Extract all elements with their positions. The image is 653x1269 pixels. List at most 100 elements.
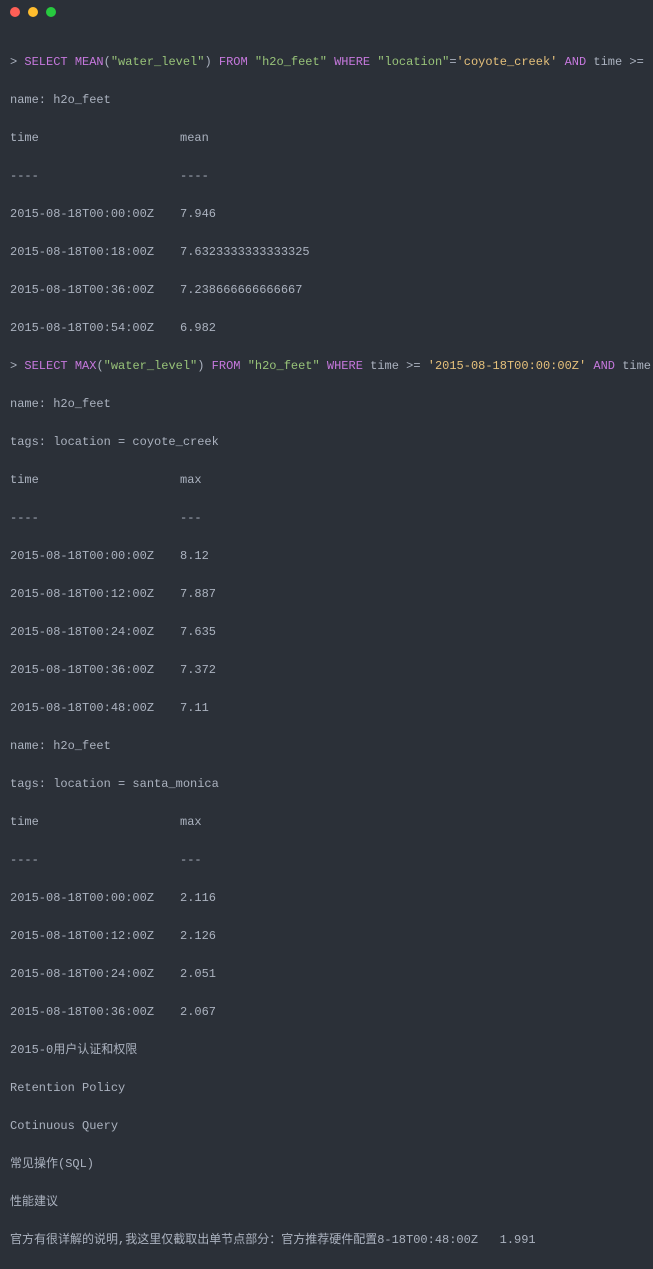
footer-line: 官方有很详解的说明,我这里仅截取出单节点部分：官方推荐硬件配置8-18T00:4… bbox=[10, 1231, 643, 1250]
cell-val: 7.11 bbox=[180, 701, 209, 715]
table-row: 2015-08-18T00:36:00Z7.238666666666667 bbox=[10, 281, 643, 300]
maximize-icon[interactable] bbox=[46, 7, 56, 17]
time-kw2: time bbox=[622, 359, 651, 373]
kw-select: SELECT bbox=[24, 359, 67, 373]
table-row: 2015-08-18T00:18:00Z7.6323333333333325 bbox=[10, 243, 643, 262]
eq-op: = bbox=[449, 55, 456, 69]
field: "water_level" bbox=[104, 359, 198, 373]
cell-time: 2015-08-18T00:24:00Z bbox=[10, 623, 180, 642]
result-header: timemax bbox=[10, 813, 643, 832]
table-row: 2015-08-18T00:12:00Z7.887 bbox=[10, 585, 643, 604]
table: "h2o_feet" bbox=[255, 55, 327, 69]
result-name: name: h2o_feet bbox=[10, 395, 643, 414]
result-divider: -------- bbox=[10, 167, 643, 186]
cell-val: 8.12 bbox=[180, 549, 209, 563]
cell-time: 2015-08-18T00:00:00Z bbox=[10, 889, 180, 908]
cell-time: 2015-08-18T00:36:00Z bbox=[10, 281, 180, 300]
kw-where: WHERE bbox=[327, 359, 363, 373]
footer-line: Cotinuous Query bbox=[10, 1117, 643, 1136]
field: "water_level" bbox=[111, 55, 205, 69]
table-row: 2015-08-18T00:54:00Z6.982 bbox=[10, 319, 643, 338]
cell-val: 7.6323333333333325 bbox=[180, 245, 310, 259]
prompt: > bbox=[10, 55, 17, 69]
query-line-2: > SELECT MAX("water_level") FROM "h2o_fe… bbox=[10, 357, 643, 376]
loc-val: 'coyote_creek' bbox=[457, 55, 558, 69]
col-time: time bbox=[10, 471, 180, 490]
cell-time: 2015-08-18T00:18:00Z bbox=[10, 243, 180, 262]
result-header: timemax bbox=[10, 471, 643, 490]
paren-open: ( bbox=[96, 359, 103, 373]
paren-close: ) bbox=[197, 359, 204, 373]
paren-open: ( bbox=[104, 55, 111, 69]
table-row: 2015-08-18T00:36:00Z7.372 bbox=[10, 661, 643, 680]
cell-time: 2015-08-18T00:54:00Z bbox=[10, 319, 180, 338]
cell-time: 2015-08-18T00:36:00Z bbox=[10, 661, 180, 680]
col-val: --- bbox=[180, 511, 202, 525]
footer-line: 性能建议 bbox=[10, 1193, 643, 1212]
cell-val: 2.051 bbox=[180, 967, 216, 981]
footer-line: 常见操作(SQL) bbox=[10, 1155, 643, 1174]
result-divider: ------- bbox=[10, 851, 643, 870]
cell-val: 6.982 bbox=[180, 321, 216, 335]
table-row: 2015-08-18T00:36:00Z2.067 bbox=[10, 1003, 643, 1022]
table-row: 2015-08-18T00:00:00Z7.946 bbox=[10, 205, 643, 224]
table-row: 2015-08-18T00:00:00Z8.12 bbox=[10, 547, 643, 566]
prompt: > bbox=[10, 359, 17, 373]
result-header: timemean bbox=[10, 129, 643, 148]
gte-op: >= bbox=[406, 359, 420, 373]
cell-time: 2015-08-18T00:12:00Z bbox=[10, 585, 180, 604]
kw-and: AND bbox=[593, 359, 615, 373]
col-time: time bbox=[10, 813, 180, 832]
result-divider: ------- bbox=[10, 509, 643, 528]
cell-time: 2015-08-18T00:24:00Z bbox=[10, 965, 180, 984]
cell-val: 7.946 bbox=[180, 207, 216, 221]
time-kw: time bbox=[370, 359, 399, 373]
loc-key: "location" bbox=[377, 55, 449, 69]
kw-from: FROM bbox=[212, 359, 241, 373]
col-val: ---- bbox=[180, 169, 209, 183]
col-time: ---- bbox=[10, 851, 180, 870]
col-val: --- bbox=[180, 853, 202, 867]
cell-time: 2015-08-18T00:00:00Z bbox=[10, 547, 180, 566]
cell-val: 2.126 bbox=[180, 929, 216, 943]
cell-val: 7.635 bbox=[180, 625, 216, 639]
cell-time: 2015-08-18T00:48:00Z bbox=[10, 699, 180, 718]
result-name: name: h2o_feet bbox=[10, 91, 643, 110]
table-row: 2015-08-18T00:48:00Z7.11 bbox=[10, 699, 643, 718]
window-titlebar bbox=[0, 0, 653, 24]
close-icon[interactable] bbox=[10, 7, 20, 17]
kw-where: WHERE bbox=[334, 55, 370, 69]
table-row: 2015-08-18T00:00:00Z2.116 bbox=[10, 889, 643, 908]
kw-from: FROM bbox=[219, 55, 248, 69]
table: "h2o_feet" bbox=[248, 359, 320, 373]
col-time: ---- bbox=[10, 509, 180, 528]
terminal-output: > SELECT MEAN("water_level") FROM "h2o_f… bbox=[0, 24, 653, 1269]
col-time: time bbox=[10, 129, 180, 148]
col-val: max bbox=[180, 815, 202, 829]
col-val: mean bbox=[180, 131, 209, 145]
result-tags: tags: location = santa_monica bbox=[10, 775, 643, 794]
table-row: 2015-08-18T00:24:00Z7.635 bbox=[10, 623, 643, 642]
kw-func: MEAN bbox=[75, 55, 104, 69]
cell-val: 7.372 bbox=[180, 663, 216, 677]
cell-val: 7.238666666666667 bbox=[180, 283, 302, 297]
result-name: name: h2o_feet bbox=[10, 737, 643, 756]
table-row: 2015-08-18T00:12:00Z2.126 bbox=[10, 927, 643, 946]
cell-val: 2.116 bbox=[180, 891, 216, 905]
minimize-icon[interactable] bbox=[28, 7, 38, 17]
time-kw: time bbox=[593, 55, 622, 69]
kw-and: AND bbox=[565, 55, 587, 69]
footer-line: 2015-0用户认证和权限 bbox=[10, 1041, 643, 1060]
col-time: ---- bbox=[10, 167, 180, 186]
kw-select: SELECT bbox=[24, 55, 67, 69]
table-row: 2015-08-18T00:24:00Z2.051 bbox=[10, 965, 643, 984]
kw-func: MAX bbox=[75, 359, 97, 373]
paren-close: ) bbox=[204, 55, 211, 69]
ts1-val: '2015-08-18T00:00:00Z' bbox=[428, 359, 586, 373]
footer-line: Retention Policy bbox=[10, 1079, 643, 1098]
result-tags: tags: location = coyote_creek bbox=[10, 433, 643, 452]
query-line-1: > SELECT MEAN("water_level") FROM "h2o_f… bbox=[10, 53, 643, 72]
cell-val: 7.887 bbox=[180, 587, 216, 601]
cell-val: 2.067 bbox=[180, 1005, 216, 1019]
cell-time: 2015-08-18T00:36:00Z bbox=[10, 1003, 180, 1022]
